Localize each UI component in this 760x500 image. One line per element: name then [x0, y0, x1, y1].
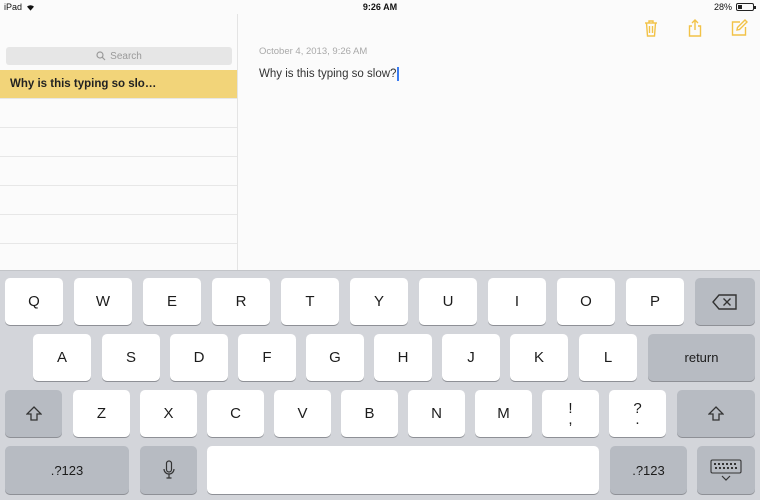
- note-list: Why is this typing so slo…: [0, 70, 237, 273]
- hide-keyboard-key[interactable]: [697, 446, 755, 494]
- space-bar[interactable]: [207, 446, 599, 494]
- notes-sidebar: Search Why is this typing so slo…: [0, 14, 238, 273]
- key-u[interactable]: U: [419, 278, 477, 325]
- key-w[interactable]: W: [74, 278, 132, 325]
- key-p[interactable]: P: [626, 278, 684, 325]
- key-f[interactable]: F: [238, 334, 296, 381]
- battery-percent: 28%: [713, 2, 732, 12]
- note-text: Why is this typing so slow?: [259, 68, 397, 80]
- key-j[interactable]: J: [442, 334, 500, 381]
- key-t[interactable]: T: [281, 278, 339, 325]
- backspace-icon: [712, 293, 737, 310]
- hide-keyboard-icon: [710, 459, 742, 481]
- search-field[interactable]: Search: [6, 47, 232, 65]
- shift-key-right[interactable]: [677, 390, 755, 437]
- key-n[interactable]: N: [408, 390, 465, 437]
- list-item-empty: [0, 157, 237, 186]
- key-exclamation-comma[interactable]: ! ,: [542, 390, 599, 437]
- dictation-key[interactable]: [140, 446, 197, 494]
- trash-icon[interactable]: [642, 18, 660, 38]
- shift-icon: [708, 406, 724, 421]
- key-label-bottom: ,: [568, 410, 573, 428]
- key-c[interactable]: C: [207, 390, 264, 437]
- list-item-empty: [0, 99, 237, 128]
- numbers-key-left[interactable]: .?123: [5, 446, 129, 494]
- share-icon[interactable]: [686, 18, 704, 38]
- battery-icon: [736, 3, 756, 11]
- key-i[interactable]: I: [488, 278, 546, 325]
- delete-key[interactable]: [695, 278, 755, 325]
- note-body[interactable]: Why is this typing so slow?: [259, 67, 400, 81]
- key-m[interactable]: M: [475, 390, 532, 437]
- key-label-bottom: .: [635, 410, 640, 428]
- key-b[interactable]: B: [341, 390, 398, 437]
- key-o[interactable]: O: [557, 278, 615, 325]
- on-screen-keyboard: Q W E R T Y U I O P A S D F G H J K L re…: [0, 270, 760, 500]
- search-placeholder: Search: [110, 50, 142, 62]
- list-item-empty: [0, 186, 237, 215]
- key-s[interactable]: S: [102, 334, 160, 381]
- search-icon: [96, 51, 106, 61]
- key-l[interactable]: L: [579, 334, 637, 381]
- note-editor: October 4, 2013, 9:26 AM Why is this typ…: [239, 14, 760, 270]
- status-bar: iPad 9:26 AM 28%: [0, 0, 760, 14]
- key-v[interactable]: V: [274, 390, 331, 437]
- key-g[interactable]: G: [306, 334, 364, 381]
- shift-icon: [25, 406, 42, 421]
- list-item-empty: [0, 244, 237, 273]
- key-a[interactable]: A: [33, 334, 91, 381]
- numbers-key-right[interactable]: .?123: [610, 446, 687, 494]
- status-time: 9:26 AM: [362, 2, 398, 12]
- key-q[interactable]: Q: [5, 278, 63, 325]
- key-r[interactable]: R: [212, 278, 270, 325]
- compose-icon[interactable]: [730, 18, 748, 38]
- return-key[interactable]: return: [648, 334, 755, 381]
- key-k[interactable]: K: [510, 334, 568, 381]
- key-y[interactable]: Y: [350, 278, 408, 325]
- battery-fill: [738, 5, 742, 9]
- microphone-icon: [162, 460, 175, 479]
- key-h[interactable]: H: [374, 334, 432, 381]
- note-title: Why is this typing so slo…: [10, 78, 157, 90]
- list-item-empty: [0, 128, 237, 157]
- key-z[interactable]: Z: [73, 390, 130, 437]
- text-caret: [397, 67, 400, 81]
- list-item-selected-note[interactable]: Why is this typing so slo…: [0, 70, 237, 99]
- key-x[interactable]: X: [140, 390, 197, 437]
- note-date: October 4, 2013, 9:26 AM: [259, 46, 368, 57]
- list-item-empty: [0, 215, 237, 244]
- key-question-period[interactable]: ? .: [609, 390, 666, 437]
- key-e[interactable]: E: [143, 278, 201, 325]
- key-d[interactable]: D: [170, 334, 228, 381]
- shift-key-left[interactable]: [5, 390, 62, 437]
